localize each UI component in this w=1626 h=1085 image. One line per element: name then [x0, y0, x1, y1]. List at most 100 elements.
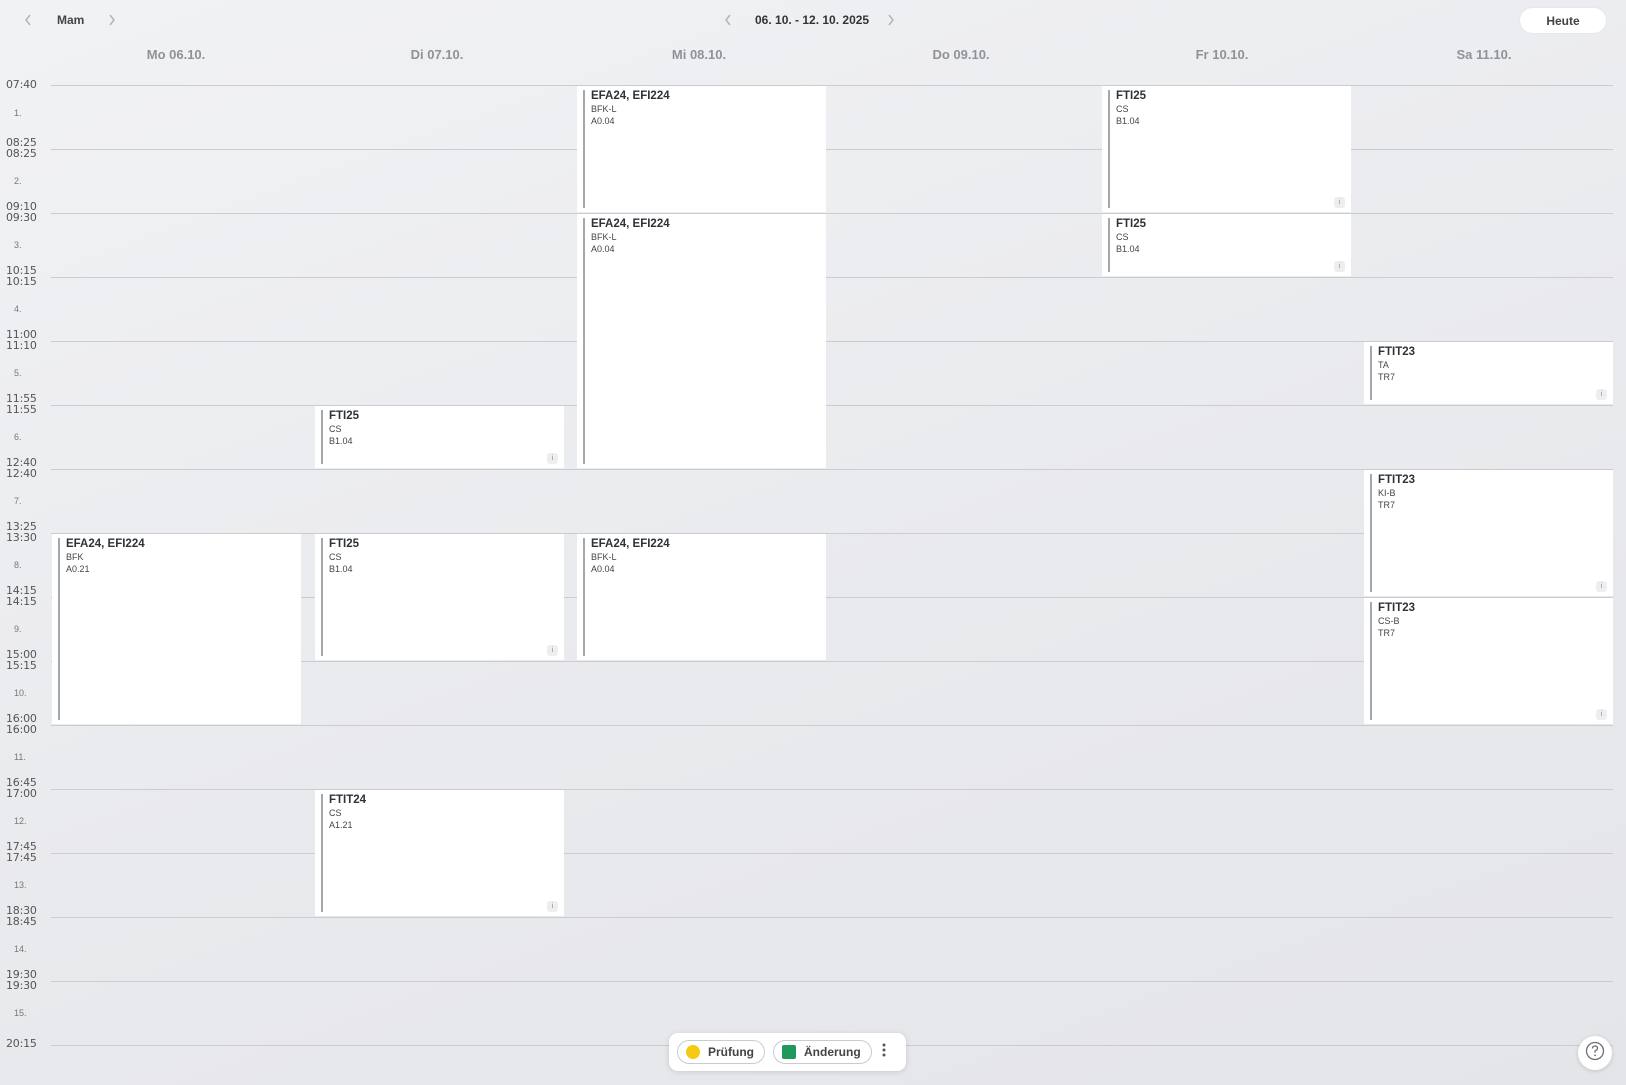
lesson-status-bar	[1370, 346, 1372, 400]
lesson-subject: CS	[1116, 232, 1129, 242]
time-label: 11:55	[6, 403, 37, 416]
lesson-classes: FTI25	[329, 538, 360, 550]
info-icon[interactable]: i	[547, 453, 558, 464]
period-label: 8.	[14, 560, 22, 570]
time-label: 17:45	[6, 851, 37, 864]
change-square-icon	[782, 1045, 796, 1059]
legend-bar: Prüfung Änderung	[669, 1033, 906, 1071]
lesson-subject: KI-B	[1378, 488, 1396, 498]
lesson-room: B1.04	[1116, 244, 1140, 254]
period-label: 7.	[14, 496, 22, 506]
lesson-card[interactable]: EFA24, EFI224 BFK-L A0.04	[577, 86, 826, 212]
next-week-icon[interactable]	[886, 13, 896, 31]
lesson-room: A0.04	[591, 564, 615, 574]
lesson-card[interactable]: FTIT23 TA TR7 i	[1364, 342, 1613, 404]
lesson-status-bar	[1370, 474, 1372, 592]
exam-dot-icon	[686, 1045, 700, 1059]
time-label: 12:40	[6, 467, 37, 480]
lesson-status-bar	[1108, 90, 1110, 208]
lesson-classes: FTIT23	[1378, 474, 1416, 486]
time-label: 09:30	[6, 211, 37, 224]
lesson-card[interactable]: FTIT24 CS A1.21 i	[315, 790, 564, 916]
lesson-room: TR7	[1378, 628, 1396, 638]
lesson-subject: CS-B	[1378, 616, 1400, 626]
period-label: 10.	[14, 688, 27, 698]
period-label: 9.	[14, 624, 22, 634]
grid-line	[51, 277, 1613, 278]
lesson-subject: CS	[329, 424, 342, 434]
info-icon[interactable]: i	[1596, 581, 1607, 592]
lesson-card[interactable]: FTI25 CS B1.04 i	[1102, 86, 1351, 212]
lesson-subject: BFK-L	[591, 104, 617, 114]
legend-change-label: Änderung	[804, 1045, 861, 1059]
grid-line	[51, 853, 1613, 854]
lesson-card[interactable]: EFA24, EFI224 BFK-L A0.04	[577, 534, 826, 660]
day-header-fri: Fr 10.10.	[1195, 47, 1249, 62]
lesson-status-bar	[1370, 602, 1372, 720]
time-label: 18:45	[6, 915, 37, 928]
lesson-card[interactable]: FTI25 CS B1.04 i	[1102, 214, 1351, 276]
info-icon[interactable]: i	[547, 645, 558, 656]
period-label: 4.	[14, 304, 22, 314]
lesson-classes: FTIT23	[1378, 602, 1416, 614]
lesson-classes: FTI25	[1116, 218, 1147, 230]
time-label: 13:30	[6, 531, 37, 544]
lesson-classes: EFA24, EFI224	[591, 538, 670, 550]
time-label: 11:10	[6, 339, 37, 352]
info-icon[interactable]: i	[547, 901, 558, 912]
lesson-status-bar	[583, 218, 585, 464]
grid-line	[51, 917, 1613, 918]
previous-week-icon[interactable]	[723, 13, 733, 31]
lesson-status-bar	[58, 538, 60, 720]
info-icon[interactable]: i	[1334, 197, 1345, 208]
period-label: 15.	[14, 1008, 27, 1018]
today-button[interactable]: Heute	[1520, 8, 1606, 33]
lesson-status-bar	[321, 410, 323, 464]
grid-line	[51, 213, 1613, 214]
period-label: 11.	[14, 752, 26, 762]
info-icon[interactable]: i	[1334, 261, 1345, 272]
lesson-card[interactable]: FTI25 CS B1.04 i	[315, 406, 564, 468]
lesson-subject: BFK	[66, 552, 84, 562]
lesson-room: A1.21	[329, 820, 353, 830]
period-label: 12.	[14, 816, 27, 826]
grid-line	[51, 405, 1613, 406]
legend-exam-chip[interactable]: Prüfung	[677, 1040, 765, 1064]
grid-line	[51, 789, 1613, 790]
lesson-subject: TA	[1378, 360, 1389, 370]
user-selector[interactable]: Mam	[57, 13, 84, 27]
lesson-status-bar	[1108, 218, 1110, 272]
lesson-classes: FTI25	[1116, 90, 1147, 102]
period-label: 13.	[14, 880, 27, 890]
lesson-status-bar	[583, 538, 585, 656]
kebab-menu-icon[interactable]	[880, 1042, 888, 1063]
help-button[interactable]	[1578, 1036, 1612, 1070]
info-icon[interactable]: i	[1596, 709, 1607, 720]
grid-line	[51, 981, 1613, 982]
time-label: 20:15	[6, 1037, 37, 1050]
date-range-label[interactable]: 06. 10. - 12. 10. 2025	[755, 13, 869, 27]
lesson-room: A0.04	[591, 116, 615, 126]
time-label: 17:00	[6, 787, 37, 800]
info-icon[interactable]: i	[1596, 389, 1607, 400]
lesson-room: A0.04	[591, 244, 615, 254]
period-label: 2.	[14, 176, 22, 186]
lesson-card[interactable]: FTIT23 CS-B TR7 i	[1364, 598, 1613, 724]
day-header-wed: Mi 08.10.	[671, 47, 727, 62]
lesson-classes: EFA24, EFI224	[591, 218, 670, 230]
grid-line	[51, 85, 1613, 86]
lesson-subject: CS	[329, 808, 342, 818]
time-label: 14:15	[6, 595, 37, 608]
lesson-classes: FTI25	[329, 410, 360, 422]
lesson-card[interactable]: FTI25 CS B1.04 i	[315, 534, 564, 660]
chevron-right-icon[interactable]	[107, 13, 117, 31]
day-header-tue: Di 07.10.	[410, 47, 464, 62]
lesson-card[interactable]: FTIT23 KI-B TR7 i	[1364, 470, 1613, 596]
lesson-room: B1.04	[329, 436, 353, 446]
lesson-card[interactable]: EFA24, EFI224 BFK A0.21	[52, 534, 301, 724]
chevron-left-icon[interactable]	[23, 13, 33, 31]
period-label: 5.	[14, 368, 22, 378]
time-label: 08:25	[6, 147, 37, 160]
lesson-card[interactable]: EFA24, EFI224 BFK-L A0.04	[577, 214, 826, 468]
legend-change-chip[interactable]: Änderung	[773, 1040, 872, 1064]
